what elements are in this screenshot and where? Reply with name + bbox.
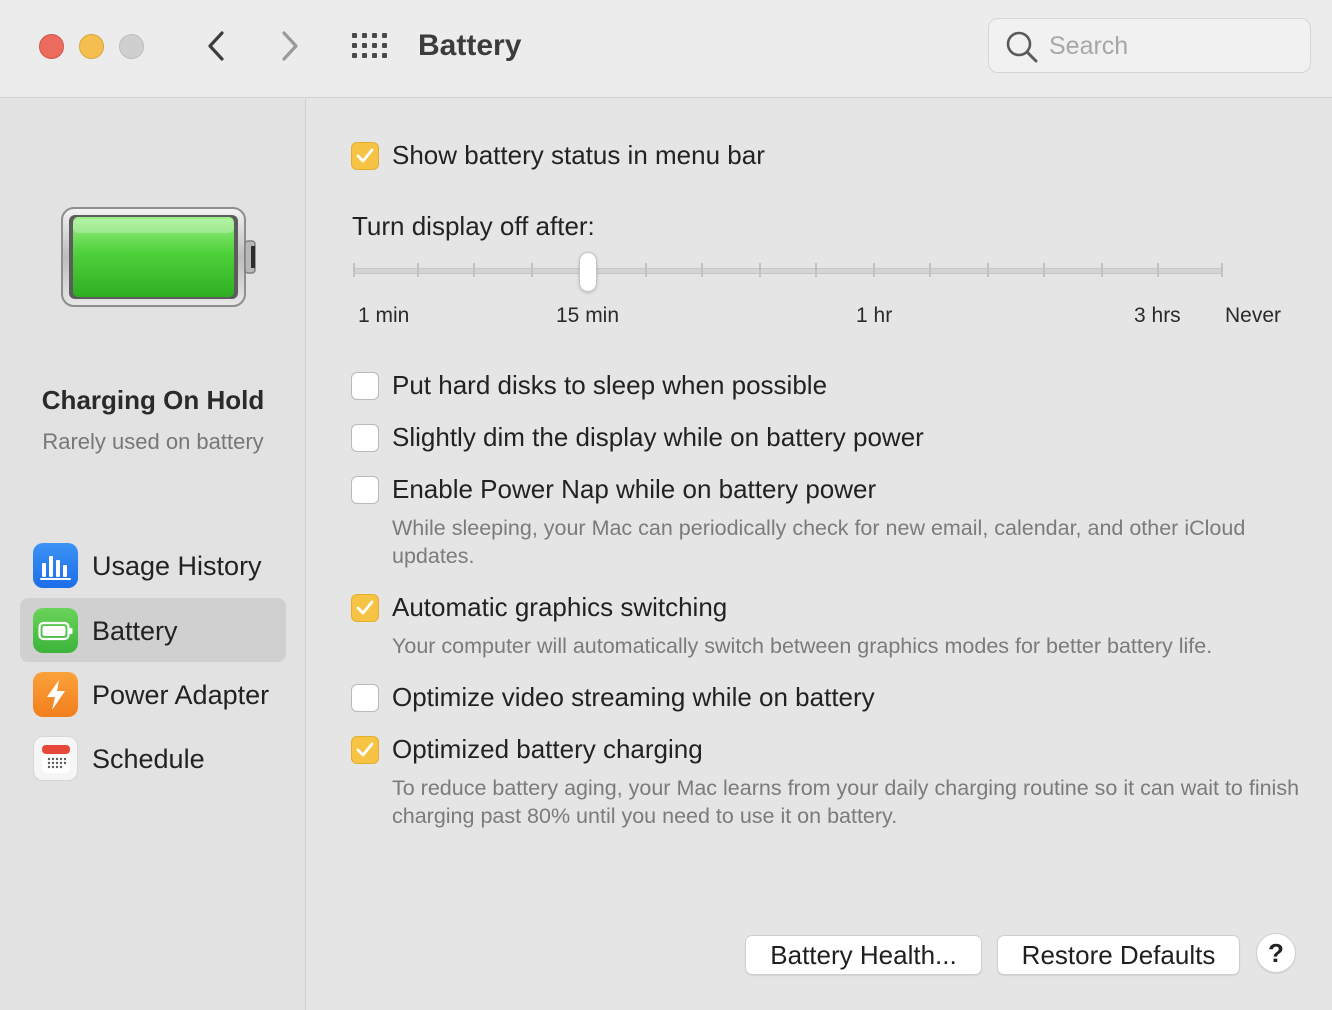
- slider-tick: [815, 263, 817, 277]
- power-nap-checkbox[interactable]: [351, 475, 379, 504]
- optimized-charging-description: To reduce battery aging, your Mac learns…: [392, 776, 1300, 828]
- chevron-left-icon: [208, 31, 224, 61]
- sidebar-item-label: Schedule: [92, 744, 205, 774]
- optimized-charging-label: Optimized battery charging: [392, 734, 703, 764]
- slider-label-3-hrs: 3 hrs: [1134, 304, 1181, 327]
- sidebar-item-battery[interactable]: Battery: [20, 598, 286, 662]
- slider-tick: [873, 263, 875, 277]
- chevron-right-icon: [282, 31, 298, 61]
- sidebar-item-label: Usage History: [92, 551, 262, 581]
- calendar-icon: [33, 736, 78, 781]
- slider-tick: [701, 263, 703, 277]
- optimized-charging-option[interactable]: Optimized battery charging: [351, 734, 703, 765]
- display-off-title: Turn display off after:: [352, 211, 595, 241]
- slider-track: [353, 268, 1223, 274]
- show-battery-status-label: Show battery status in menu bar: [392, 140, 765, 170]
- sidebar-item-usage-history[interactable]: Usage History: [20, 533, 286, 597]
- checkmark-icon: [356, 600, 374, 614]
- graphics-switching-option[interactable]: Automatic graphics switching: [351, 592, 727, 623]
- slider-tick: [1157, 263, 1159, 277]
- sidebar-item-power-adapter[interactable]: Power Adapter: [20, 662, 286, 726]
- video-streaming-option[interactable]: Optimize video streaming while on batter…: [351, 682, 875, 713]
- sidebar: Charging On Hold Rarely used on battery …: [0, 99, 306, 1010]
- restore-defaults-button[interactable]: Restore Defaults: [997, 935, 1240, 975]
- slider-knob[interactable]: [579, 252, 597, 292]
- video-streaming-label: Optimize video streaming while on batter…: [392, 682, 875, 712]
- slider-tick: [645, 263, 647, 277]
- slider-tick: [1221, 263, 1223, 277]
- show-battery-status-checkbox[interactable]: [351, 141, 379, 170]
- slider-tick: [929, 263, 931, 277]
- search-icon: [1006, 31, 1038, 63]
- power-nap-description: While sleeping, your Mac can periodicall…: [392, 516, 1246, 568]
- slider-tick: [1101, 263, 1103, 277]
- battery-status-title: Charging On Hold: [41, 385, 265, 415]
- show-battery-status-option[interactable]: Show battery status in menu bar: [351, 140, 765, 171]
- checkmark-icon: [356, 742, 374, 756]
- graphics-switching-checkbox[interactable]: [351, 593, 379, 622]
- slider-tick: [1043, 263, 1045, 277]
- slider-label-1-hr: 1 hr: [856, 304, 893, 327]
- slider-tick: [531, 263, 533, 277]
- slider-label-15-min: 15 min: [556, 304, 620, 327]
- slider-label-never: Never: [1225, 304, 1282, 327]
- sidebar-item-label: Power Adapter: [92, 680, 270, 710]
- slider-tick: [473, 263, 475, 277]
- battery-status-subtitle: Rarely used on battery: [42, 429, 264, 454]
- forward-button[interactable]: [270, 26, 310, 66]
- help-button[interactable]: ?: [1256, 933, 1296, 973]
- close-window-button[interactable]: [39, 34, 64, 59]
- hard-disk-sleep-checkbox[interactable]: [351, 371, 379, 400]
- power-nap-label: Enable Power Nap while on battery power: [392, 474, 877, 504]
- slider-tick: [987, 263, 989, 277]
- dim-display-checkbox[interactable]: [351, 423, 379, 452]
- graphics-switching-description: Your computer will automatically switch …: [392, 634, 1213, 658]
- back-button[interactable]: [196, 26, 236, 66]
- hard-disk-sleep-label: Put hard disks to sleep when possible: [392, 370, 828, 400]
- sidebar-item-schedule[interactable]: Schedule: [20, 726, 286, 790]
- sidebar-item-label: Battery: [92, 616, 178, 646]
- slider-tick: [759, 263, 761, 277]
- minimize-window-button[interactable]: [79, 34, 104, 59]
- slider-tick: [417, 263, 419, 277]
- grid-icon: [352, 33, 387, 58]
- display-off-slider[interactable]: [353, 249, 1223, 293]
- battery-level-graphic: [60, 206, 260, 315]
- toolbar: Battery: [0, 0, 1332, 98]
- graphics-switching-label: Automatic graphics switching: [392, 592, 728, 622]
- chart-bars-icon: [33, 543, 78, 588]
- battery-health-button[interactable]: Battery Health...: [745, 935, 982, 975]
- battery-settings-panel: Show battery status in menu bar Turn dis…: [307, 99, 1332, 1010]
- zoom-window-button[interactable]: [119, 34, 144, 59]
- search-input[interactable]: [1049, 28, 1299, 64]
- window-title: Battery: [418, 29, 522, 62]
- slider-tick: [353, 263, 355, 277]
- dim-display-option[interactable]: Slightly dim the display while on batter…: [351, 422, 924, 453]
- video-streaming-checkbox[interactable]: [351, 683, 379, 712]
- battery-icon: [33, 608, 78, 653]
- power-nap-option[interactable]: Enable Power Nap while on battery power: [351, 474, 876, 505]
- search-field[interactable]: [988, 18, 1311, 73]
- lightning-icon: [33, 672, 78, 717]
- checkmark-icon: [356, 148, 374, 162]
- optimized-charging-checkbox[interactable]: [351, 735, 379, 764]
- show-all-button[interactable]: [350, 26, 390, 66]
- dim-display-label: Slightly dim the display while on batter…: [392, 422, 924, 452]
- hard-disk-sleep-option[interactable]: Put hard disks to sleep when possible: [351, 370, 827, 401]
- slider-label-1-min: 1 min: [358, 304, 410, 327]
